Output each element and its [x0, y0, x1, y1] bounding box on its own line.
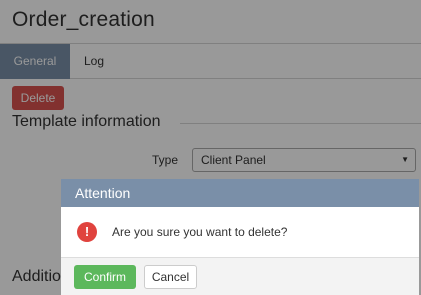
dialog-body: ! Are you sure you want to delete? — [61, 207, 419, 257]
confirm-delete-dialog: Attention ! Are you sure you want to del… — [61, 179, 419, 295]
dialog-footer: Confirm Cancel — [61, 257, 419, 295]
page: Order_creation General Log Delete Templa… — [0, 0, 421, 295]
dialog-title: Attention — [61, 179, 419, 207]
dialog-message: Are you sure you want to delete? — [112, 225, 288, 239]
cancel-button[interactable]: Cancel — [144, 265, 197, 289]
confirm-button[interactable]: Confirm — [74, 265, 136, 289]
exclamation-circle-icon: ! — [77, 222, 97, 242]
